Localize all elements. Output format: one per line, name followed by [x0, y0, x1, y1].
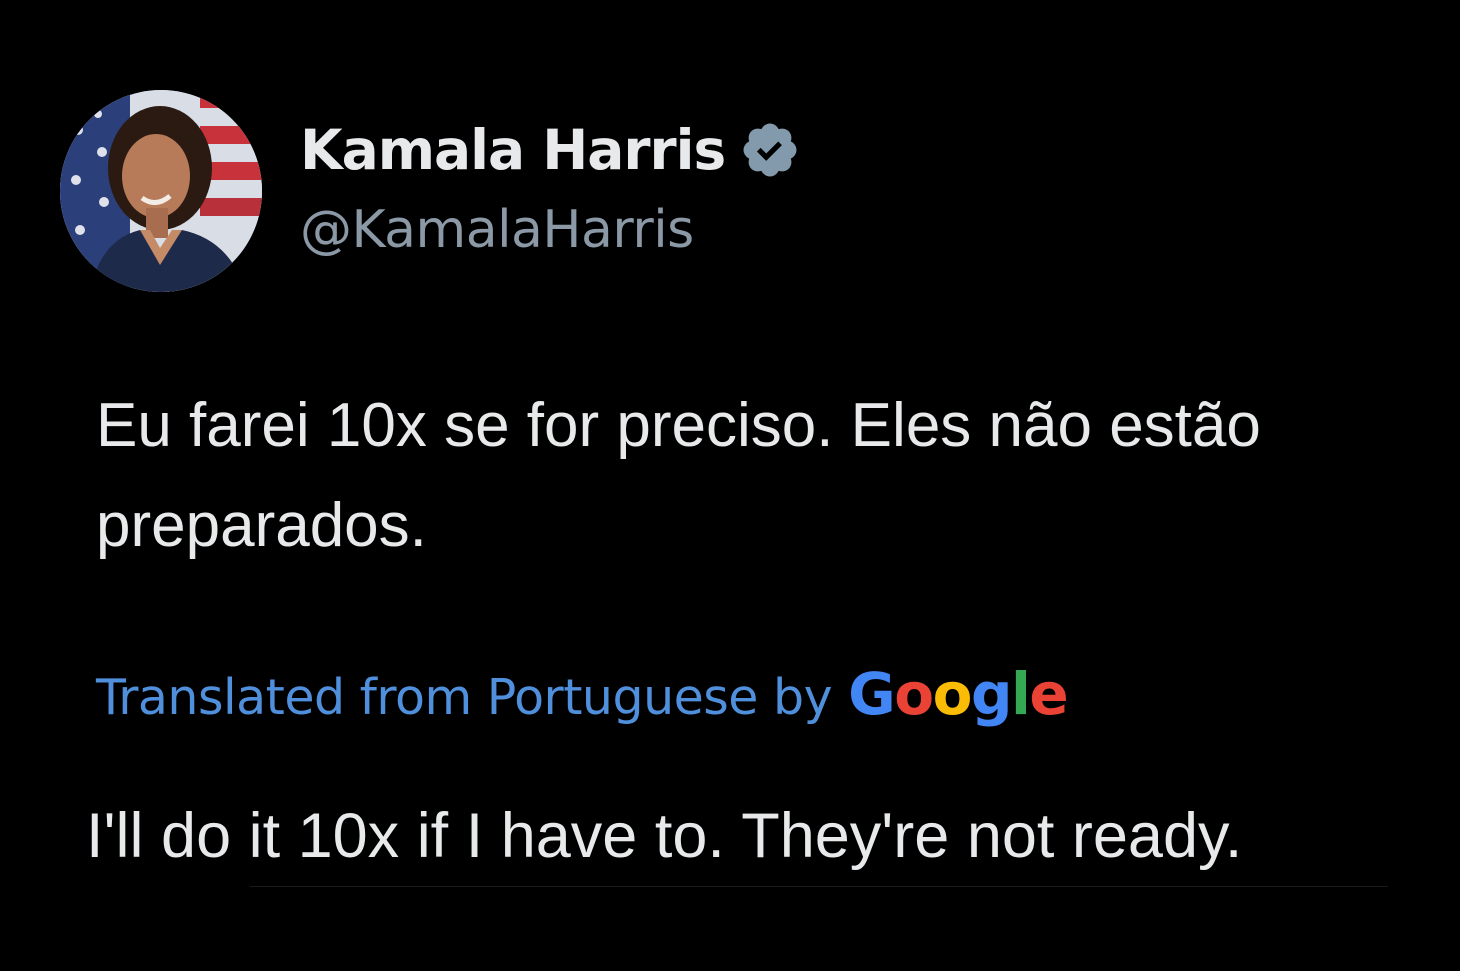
translated-from-label[interactable]: Translated from Portuguese by [96, 669, 833, 726]
google-logo-letter: e [1029, 660, 1068, 728]
translated-tweet-text: I'll do it 10x if I have to. They're not… [86, 801, 1243, 871]
google-logo-letter: g [970, 660, 1013, 728]
avatar-image [60, 90, 262, 292]
author-display-name[interactable]: Kamala Harris [300, 118, 726, 182]
tweet-screenshot: Kamala Harris @KamalaHarris Eu farei 10x… [0, 0, 1460, 971]
google-logo-letter: o [932, 660, 973, 728]
translation-attribution[interactable]: Translated from Portuguese by Google [96, 660, 1069, 728]
google-logo-letter: l [1010, 660, 1031, 728]
google-logo-letter: G [848, 660, 896, 728]
avatar[interactable] [60, 90, 262, 292]
divider [250, 886, 1388, 887]
author-name-row: Kamala Harris [300, 112, 801, 188]
google-logo: Google [848, 660, 1069, 728]
google-logo-letter: o [894, 660, 934, 728]
author-handle[interactable]: @KamalaHarris [300, 200, 694, 260]
verified-badge-icon[interactable] [739, 119, 801, 181]
tweet-text: Eu farei 10x se for preciso. Eles não es… [96, 391, 1261, 560]
